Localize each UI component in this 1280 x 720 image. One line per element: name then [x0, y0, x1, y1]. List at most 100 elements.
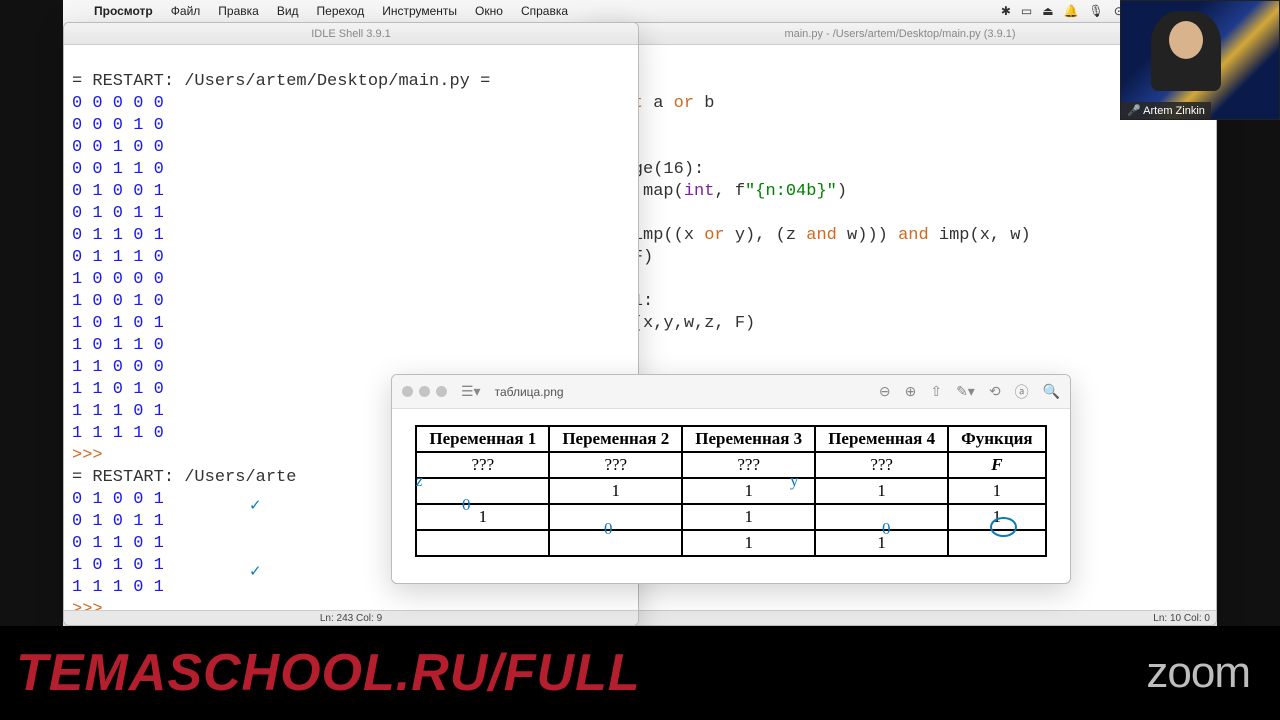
info-icon[interactable]: ⓐ [1015, 382, 1029, 402]
checkmark-icon: ✓ [249, 496, 262, 514]
annot-0: 0 [604, 519, 613, 539]
editor-status-text: Ln: 10 Col: 0 [1153, 613, 1210, 624]
output-row: 0 0 0 1 0 [72, 116, 164, 135]
kw-or: or [704, 226, 724, 245]
col-header: Переменная 3 [682, 426, 815, 452]
status-icon[interactable]: ▭ [1016, 4, 1037, 18]
cell: F [948, 452, 1045, 478]
zoom-out-icon[interactable]: ⊖ [879, 383, 891, 400]
rotate-icon[interactable]: ⟲ [989, 383, 1001, 400]
share-icon[interactable]: ⇧ [930, 383, 942, 400]
truth-table: Переменная 1 Переменная 2 Переменная 3 П… [415, 425, 1046, 557]
preview-toolbar: ☰▾ таблица.png ⊖ ⊕ ⇧ ✎▾ ⟲ ⓐ 🔍 [392, 375, 1070, 409]
menu-edit[interactable]: Правка [209, 4, 268, 18]
footer-banner: TEMASCHOOL.RU/FULL zoom [0, 626, 1280, 720]
kw-and: and [898, 226, 929, 245]
cell: 1 [815, 478, 948, 504]
output-row: 0 1 0 1 1 [72, 204, 164, 223]
menu-window[interactable]: Окно [466, 4, 512, 18]
output-row: 0 1 0 1 1 [72, 512, 164, 531]
menu-view[interactable]: Вид [268, 4, 308, 18]
code-frag: imp(x, w) [929, 226, 1031, 245]
output-row: 1 0 0 0 0 [72, 270, 164, 289]
search-icon[interactable]: 🔍 [1043, 383, 1060, 400]
output-row: 1 1 1 0 1 [72, 578, 164, 597]
output-row: 1 0 0 1 0 [72, 292, 164, 311]
desktop-area: Просмотр Файл Правка Вид Переход Инструм… [63, 0, 1217, 626]
annot-circle: 1 [990, 517, 1017, 537]
menu-tools[interactable]: Инструменты [373, 4, 466, 18]
table-header-row: Переменная 1 Переменная 2 Переменная 3 П… [416, 426, 1045, 452]
status-icon[interactable]: ✱ [996, 4, 1016, 18]
output-row: 0 0 1 1 0 [72, 160, 164, 179]
status-icon[interactable]: ⏏ [1037, 4, 1058, 18]
output-row: 0 0 1 0 0 [72, 138, 164, 157]
sidebar-toggle-icon[interactable]: ☰▾ [461, 383, 481, 400]
cell: 1 [416, 504, 549, 530]
annot-z: z [416, 471, 423, 491]
code-frag: , f [714, 182, 745, 201]
shell-statusbar: Ln: 243 Col: 9 [64, 610, 638, 625]
cell: ??? [549, 452, 682, 478]
kw-and: and [806, 226, 837, 245]
kw-or: or [674, 94, 694, 113]
f-string: "{n:04b}" [745, 182, 837, 201]
cell: 1 [682, 530, 815, 556]
output-row: 0 1 1 1 0 [72, 248, 164, 267]
mic-icon: 🎤 [1127, 105, 1141, 117]
presenter-name: Artem Zinkin [1143, 105, 1205, 117]
shell-status-text: Ln: 243 Col: 9 [320, 613, 382, 624]
output-row: 1 1 0 0 0 [72, 358, 164, 377]
table-row: 1 1 [416, 530, 1045, 556]
output-row: 1 1 1 0 1 [72, 402, 164, 421]
cell: ??? [815, 452, 948, 478]
markup-icon[interactable]: ✎▾ [956, 383, 975, 400]
output-row: 0 1 0 0 1 [72, 490, 164, 509]
zoom-in-icon[interactable]: ⊕ [905, 383, 917, 400]
prompt: >>> [72, 446, 103, 465]
status-icon[interactable]: 🎙 [1084, 4, 1109, 18]
zoom-logo: zoom [1146, 648, 1250, 698]
traffic-close-icon[interactable] [402, 386, 413, 397]
cell: 1 [682, 504, 815, 530]
cell: 1 [549, 478, 682, 504]
output-row: 1 0 1 0 1 [72, 556, 164, 575]
table-row: 1 1 1 1 [416, 478, 1045, 504]
table-row: 1 1 1 [416, 504, 1045, 530]
output-row: 1 0 1 0 1 [72, 314, 164, 333]
output-row: 1 1 0 1 0 [72, 380, 164, 399]
cell [416, 478, 549, 504]
macos-menubar: Просмотр Файл Правка Вид Переход Инструм… [63, 0, 1217, 22]
menu-help[interactable]: Справка [512, 4, 577, 18]
col-header: Переменная 2 [549, 426, 682, 452]
col-header: Переменная 1 [416, 426, 549, 452]
cell: 1 [948, 478, 1045, 504]
webcam-panel: 🎤 Artem Zinkin [1120, 0, 1280, 120]
cell [549, 530, 682, 556]
editor-statusbar: Ln: 10 Col: 0 [584, 610, 1216, 625]
traffic-max-icon[interactable] [436, 386, 447, 397]
code-frag: b [694, 94, 714, 113]
output-row: 0 1 0 0 1 [72, 182, 164, 201]
menu-go[interactable]: Переход [308, 4, 374, 18]
cell [416, 530, 549, 556]
app-menu[interactable]: Просмотр [85, 4, 162, 18]
traffic-min-icon[interactable] [419, 386, 430, 397]
status-icon[interactable]: 🔔 [1059, 4, 1084, 18]
preview-filename: таблица.png [495, 385, 564, 399]
editor-title: main.py - /Users/artem/Desktop/main.py (… [784, 28, 1015, 40]
output-row: 0 1 1 0 1 [72, 226, 164, 245]
checkmark-icon: ✓ [249, 562, 262, 580]
output-row: 0 0 0 0 0 [72, 94, 164, 113]
output-row: 1 0 1 1 0 [72, 336, 164, 355]
preview-window[interactable]: ☰▾ таблица.png ⊖ ⊕ ⇧ ✎▾ ⟲ ⓐ 🔍 Переменная… [391, 374, 1071, 584]
restart-line: = RESTART: /Users/artem/Desktop/main.py … [72, 72, 490, 91]
shell-titlebar[interactable]: IDLE Shell 3.9.1 [64, 23, 638, 45]
code-frag: ) [837, 182, 847, 201]
code-frag: w))) [837, 226, 898, 245]
output-row: 1 1 1 1 0 [72, 424, 164, 443]
menu-file[interactable]: Файл [162, 4, 210, 18]
person-face [1169, 21, 1203, 59]
code-frag: y), (z [725, 226, 807, 245]
webcam-nametag: 🎤 Artem Zinkin [1121, 102, 1211, 119]
